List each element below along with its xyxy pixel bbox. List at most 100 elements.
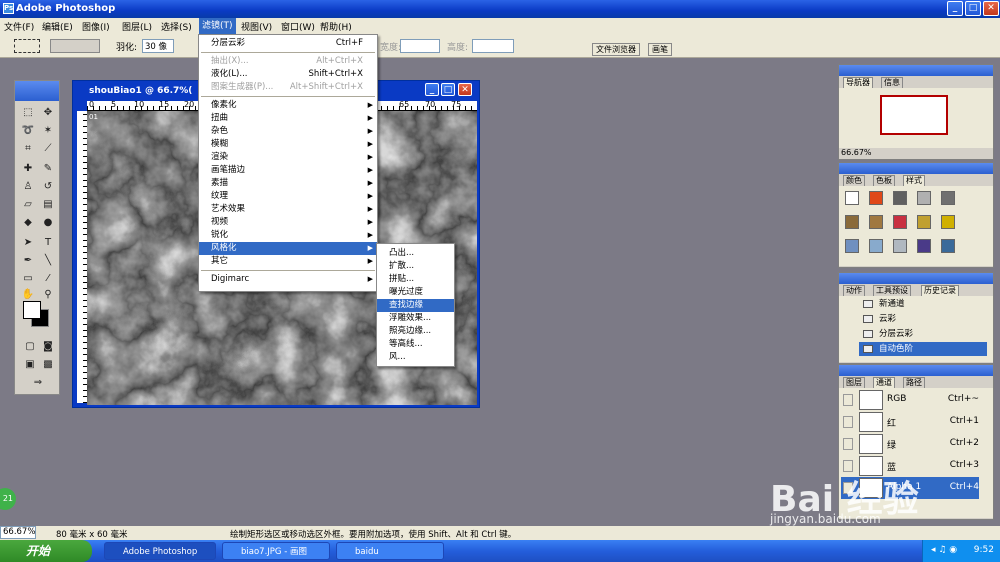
floating-badge[interactable]: 21 (0, 488, 16, 510)
marquee-tool-preset-icon[interactable] (14, 39, 40, 53)
stylize-menu-item[interactable]: 扩散... (377, 260, 454, 273)
menu-layer[interactable]: 图层(L) (122, 20, 152, 33)
filter-menu-item[interactable]: Digimarc ▶ (199, 273, 377, 286)
start-button[interactable]: 开始 (0, 540, 92, 562)
navigator-zoom[interactable]: 66.67% (841, 148, 872, 157)
brush-tool-icon[interactable]: ✎ (39, 161, 57, 177)
filter-menu-item[interactable]: 抽出(X)... Alt+Ctrl+X (199, 55, 377, 68)
stylize-menu-item[interactable]: 凸出... (377, 247, 454, 260)
stylize-menu-item[interactable]: 等高线... (377, 338, 454, 351)
history-state[interactable]: 新通道 (859, 297, 987, 311)
zoom-field[interactable]: 66.67% (0, 526, 36, 539)
tab-info[interactable]: 信息 (881, 77, 903, 88)
filter-menu-item[interactable]: 渲染 ▶ (199, 151, 377, 164)
history-brush-icon[interactable]: ↺ (39, 179, 57, 195)
photoshop-app-icon[interactable]: Ps (3, 3, 14, 14)
feather-input[interactable]: 30 像 (142, 39, 174, 53)
channel-row[interactable]: 绿 Ctrl+2 (841, 433, 979, 455)
line-tool-icon[interactable]: ╲ (39, 253, 57, 269)
menu-filter[interactable]: 滤镜(T) (199, 18, 236, 34)
stylize-menu-item[interactable]: 风... (377, 351, 454, 364)
foreground-color-swatch[interactable] (23, 301, 41, 319)
style-swatch[interactable] (893, 191, 907, 205)
tab-layers[interactable]: 图层 (843, 377, 865, 388)
taskbar-item-photoshop[interactable]: Adobe Photoshop (104, 542, 216, 560)
document-size[interactable]: 80 毫米 x 60 毫米 (56, 528, 127, 540)
style-swatch[interactable] (893, 215, 907, 229)
tab-channels[interactable]: 通道 (873, 377, 895, 388)
filter-menu-item[interactable]: 素描 ▶ (199, 177, 377, 190)
filter-menu-item[interactable]: 纹理 ▶ (199, 190, 377, 203)
eraser-tool-icon[interactable]: ▱ (19, 197, 37, 213)
menu-window[interactable]: 窗口(W) (281, 20, 315, 33)
style-swatch[interactable] (941, 191, 955, 205)
visibility-eye-icon[interactable] (843, 416, 853, 428)
filter-menu-item[interactable]: 锐化 ▶ (199, 229, 377, 242)
taskbar-item-paint[interactable]: biao7.JPG - 画图 (222, 542, 330, 560)
quick-mask-icon[interactable]: ◙ (39, 339, 57, 355)
style-swatch[interactable] (845, 215, 859, 229)
stylize-menu-item[interactable]: 拼贴... (377, 273, 454, 286)
channel-row[interactable]: 红 Ctrl+1 (841, 411, 979, 433)
history-state[interactable]: 分层云彩 (859, 327, 987, 341)
style-swatch[interactable] (941, 239, 955, 253)
style-swatch[interactable] (917, 215, 931, 229)
style-swatch[interactable] (869, 215, 883, 229)
dodge-tool-icon[interactable]: ● (39, 215, 57, 231)
brushes-tab[interactable]: 画笔 (648, 43, 672, 56)
stylize-menu-item[interactable]: 照亮边缘... (377, 325, 454, 338)
style-swatch[interactable] (869, 239, 883, 253)
zoom-tool-icon[interactable]: ⚲ (39, 287, 57, 303)
menu-select[interactable]: 选择(S) (161, 20, 192, 33)
pen-tool-icon[interactable]: ✒ (19, 253, 37, 269)
menu-file[interactable]: 文件(F) (4, 20, 34, 33)
close-button[interactable]: ✕ (983, 1, 999, 16)
magic-wand-icon[interactable]: ✶ (39, 123, 57, 139)
style-swatch[interactable] (845, 239, 859, 253)
tab-color[interactable]: 颜色 (843, 175, 865, 186)
minimize-button[interactable]: _ (947, 1, 963, 16)
filter-menu-item[interactable]: 像素化 ▶ (199, 99, 377, 112)
tab-tool-presets[interactable]: 工具预设 (873, 285, 911, 296)
tab-history[interactable]: 历史记录 (921, 285, 959, 296)
filter-menu-item[interactable]: 图案生成器(P)... Alt+Shift+Ctrl+X (199, 81, 377, 94)
selection-mode-buttons[interactable] (50, 39, 100, 53)
clone-stamp-icon[interactable]: ♙ (19, 179, 37, 195)
maximize-button[interactable]: □ (965, 1, 981, 16)
menu-view[interactable]: 视图(V) (241, 20, 272, 33)
stylize-menu-item[interactable]: 曝光过度 (377, 286, 454, 299)
history-state[interactable]: 云彩 (859, 312, 987, 326)
healing-brush-icon[interactable]: ✚ (19, 161, 37, 177)
path-selection-icon[interactable]: ➤ (19, 235, 37, 251)
visibility-eye-icon[interactable] (843, 438, 853, 450)
filter-menu-item[interactable]: 模糊 ▶ (199, 138, 377, 151)
style-swatch[interactable] (893, 239, 907, 253)
history-state[interactable]: 自动色阶 (859, 342, 987, 356)
tray-icons[interactable]: ◂ ♫ ◉ (931, 545, 957, 555)
doc-minimize-button[interactable]: _ (425, 83, 439, 96)
stylize-menu-item[interactable]: 浮雕效果... (377, 312, 454, 325)
type-tool-icon[interactable]: T (39, 235, 57, 251)
eyedropper-icon[interactable]: ⁄ (39, 271, 57, 287)
filter-menu-item[interactable]: 视频 ▶ (199, 216, 377, 229)
tab-navigator[interactable]: 导航器 (843, 77, 873, 88)
filter-menu-item[interactable]: 风格化 ▶ (199, 242, 377, 255)
height-input[interactable] (472, 39, 514, 53)
blur-tool-icon[interactable]: ◆ (19, 215, 37, 231)
style-swatch[interactable] (917, 191, 931, 205)
doc-maximize-button[interactable]: □ (441, 83, 455, 96)
jump-to-imageready-icon[interactable]: ⇒ (29, 375, 47, 391)
tab-swatches[interactable]: 色板 (873, 175, 895, 186)
marquee-tool-icon[interactable]: ⬚ (19, 105, 37, 121)
notes-tool-icon[interactable]: ▭ (19, 271, 37, 287)
filter-menu-item[interactable]: 画笔描边 ▶ (199, 164, 377, 177)
filter-menu-item[interactable]: 艺术效果 ▶ (199, 203, 377, 216)
crop-tool-icon[interactable]: ⌗ (19, 141, 37, 157)
filter-menu-item[interactable]: 液化(L)... Shift+Ctrl+X (199, 68, 377, 81)
menu-edit[interactable]: 编辑(E) (42, 20, 73, 33)
style-swatch[interactable] (917, 239, 931, 253)
tab-paths[interactable]: 路径 (903, 377, 925, 388)
filter-menu-item[interactable]: 杂色 ▶ (199, 125, 377, 138)
filter-menu-item[interactable]: 其它 ▶ (199, 255, 377, 268)
tab-styles[interactable]: 样式 (903, 175, 925, 186)
